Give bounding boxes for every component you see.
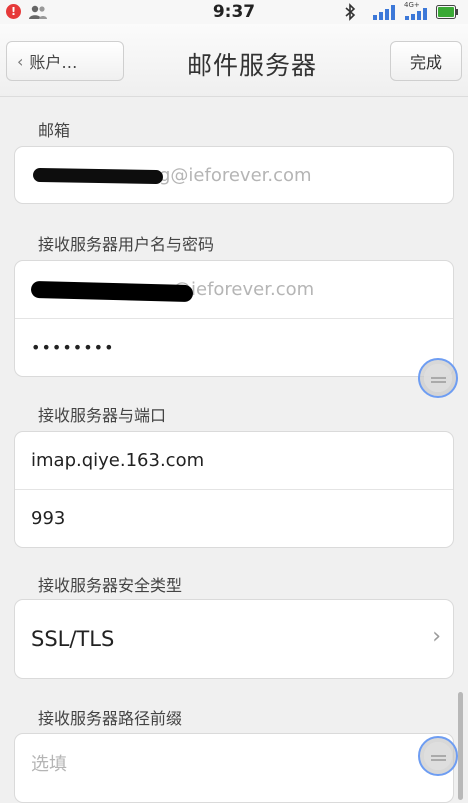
bluetooth-icon bbox=[345, 3, 356, 21]
email-field[interactable]: g@ieforever.com bbox=[15, 147, 453, 203]
path-prefix-group: 选填 bbox=[14, 733, 454, 803]
signal-strength-icon bbox=[373, 5, 395, 20]
server-section-label: 接收服务器与端口 bbox=[38, 406, 167, 425]
credentials-section-label: 接收服务器用户名与密码 bbox=[38, 235, 215, 254]
path-prefix-section-label: 接收服务器路径前缀 bbox=[38, 709, 183, 728]
done-button[interactable]: 完成 bbox=[390, 41, 462, 81]
email-section-label: 邮箱 bbox=[38, 121, 71, 140]
server-host-field[interactable]: imap.qiye.163.com bbox=[15, 432, 453, 489]
status-bar: ! 9:37 4G+ bbox=[0, 0, 468, 24]
email-group: g@ieforever.com bbox=[14, 146, 454, 204]
page-title: 邮件服务器 bbox=[186, 51, 317, 80]
assistive-touch-icon[interactable] bbox=[418, 358, 458, 398]
server-port-value: 993 bbox=[31, 507, 66, 529]
credentials-group: @ieforever.com •••••••• bbox=[14, 260, 454, 377]
chevron-left-icon: ‹ bbox=[17, 51, 24, 71]
navigation-bar: ‹ 账户… 邮件服务器 完成 bbox=[0, 24, 468, 97]
back-button[interactable]: ‹ 账户… bbox=[6, 41, 124, 81]
security-type-select[interactable]: SSL/TLS › bbox=[15, 600, 453, 678]
assistive-touch-icon[interactable] bbox=[418, 736, 458, 776]
security-type-value: SSL/TLS bbox=[31, 627, 115, 651]
redaction-mark bbox=[30, 280, 194, 303]
username-field[interactable]: @ieforever.com bbox=[15, 261, 453, 318]
path-prefix-field[interactable]: 选填 bbox=[15, 734, 453, 792]
path-prefix-placeholder: 选填 bbox=[31, 754, 67, 775]
email-value: g@ieforever.com bbox=[159, 164, 312, 186]
security-group: SSL/TLS › bbox=[14, 599, 454, 679]
back-button-label: 账户… bbox=[29, 53, 78, 72]
security-section-label: 接收服务器安全类型 bbox=[38, 576, 183, 595]
redaction-mark bbox=[32, 167, 164, 185]
server-host-value: imap.qiye.163.com bbox=[31, 450, 205, 471]
username-value: @ieforever.com bbox=[173, 279, 315, 300]
server-port-field[interactable]: 993 bbox=[15, 489, 453, 546]
battery-icon bbox=[436, 5, 458, 19]
chevron-right-icon: › bbox=[432, 624, 441, 649]
password-field[interactable]: •••••••• bbox=[15, 318, 453, 375]
scrollbar[interactable] bbox=[458, 692, 463, 800]
password-value: •••••••• bbox=[31, 337, 115, 357]
server-group: imap.qiye.163.com 993 bbox=[14, 431, 454, 548]
signal-strength-4g-icon bbox=[405, 8, 427, 20]
